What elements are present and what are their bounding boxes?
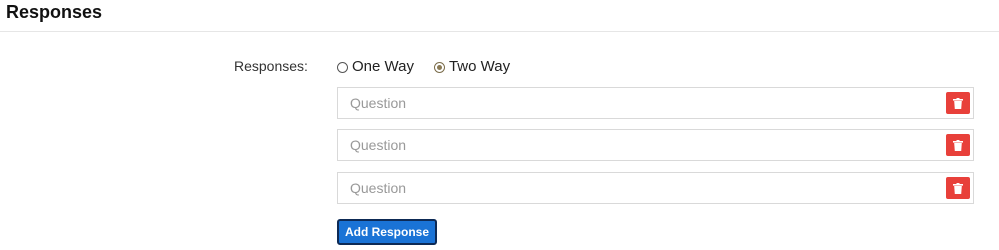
radio-two-way-label: Two Way [448, 58, 511, 75]
radio-two-way[interactable]: Two Way [433, 58, 511, 76]
delete-response-button[interactable] [946, 92, 970, 114]
add-response-button[interactable]: Add Response [337, 219, 437, 245]
radio-one-way-label: One Way [352, 58, 414, 75]
response-question-input[interactable] [338, 130, 938, 160]
trash-icon [953, 182, 963, 194]
trash-icon [953, 139, 963, 151]
delete-response-button[interactable] [946, 134, 970, 156]
response-question-input[interactable] [338, 88, 938, 118]
trash-icon [953, 97, 963, 109]
radio-one-way[interactable]: One Way [337, 58, 414, 76]
responses-field-label: Responses: [234, 58, 308, 74]
response-question-input[interactable] [338, 173, 938, 203]
radio-one-way-circle[interactable] [337, 61, 348, 73]
radio-two-way-circle[interactable] [433, 61, 445, 73]
delete-response-button[interactable] [946, 177, 970, 199]
section-divider [0, 31, 999, 32]
response-type-radio-group: One Way Two Way [337, 58, 530, 76]
responses-panel: Responses Responses: One Way Two Way Que… [0, 0, 999, 250]
section-title: Responses [6, 2, 103, 22]
radio-selected-dot [436, 64, 442, 70]
response-row [337, 129, 974, 161]
response-row [337, 172, 974, 204]
response-row [337, 87, 974, 119]
